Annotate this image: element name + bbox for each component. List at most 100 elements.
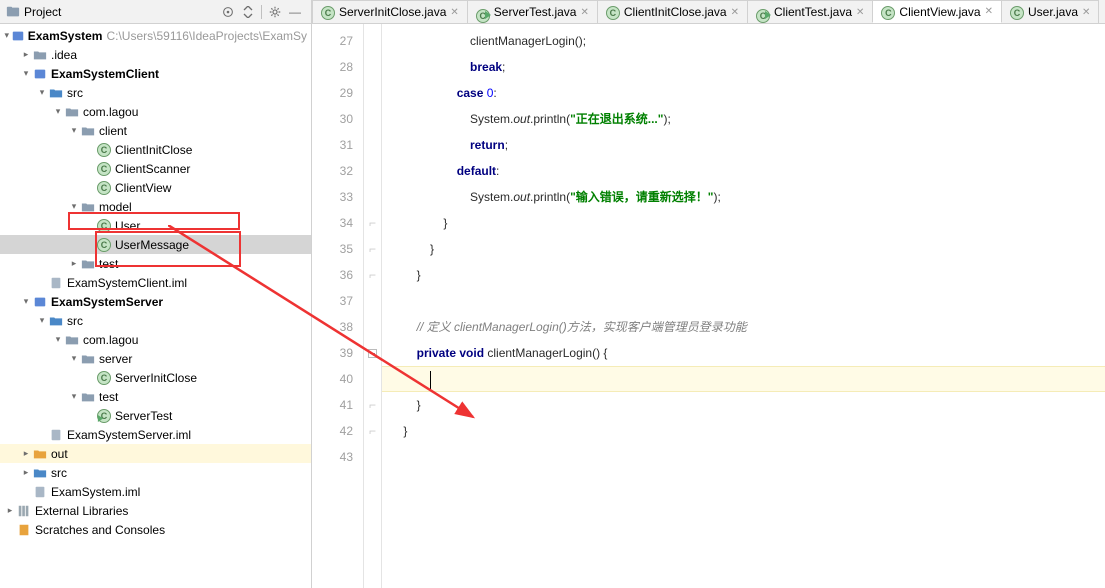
fold-marker[interactable] [364, 28, 381, 54]
fold-marker[interactable] [364, 444, 381, 470]
line-number[interactable]: 41 [312, 392, 363, 418]
tree-root[interactable]: ▾ExamSystemC:\Users\59116\IdeaProjects\E… [0, 26, 311, 45]
fold-end-icon[interactable]: ⌐ [364, 210, 381, 236]
chevron-right-icon[interactable]: ▸ [4, 505, 16, 516]
chevron-down-icon[interactable]: ▾ [36, 315, 48, 326]
editor-tab[interactable]: CUser.java✕ [1001, 0, 1099, 23]
code-line[interactable]: System.out.println("输入错误，请重新选择！"); [382, 184, 1105, 210]
tree-folder-out[interactable]: ▸out [0, 444, 311, 463]
tree-package-server[interactable]: ▾com.lagou [0, 330, 311, 349]
close-icon[interactable]: ✕ [731, 7, 739, 18]
line-number[interactable]: 31 [312, 132, 363, 158]
fold-end-icon[interactable]: ⌐ [364, 262, 381, 288]
code-line[interactable]: } [382, 210, 1105, 236]
line-number[interactable]: 30 [312, 106, 363, 132]
tree-class-ClientView[interactable]: CClientView [0, 178, 311, 197]
code-line[interactable]: return; [382, 132, 1105, 158]
chevron-down-icon[interactable]: ▾ [68, 353, 80, 364]
line-number[interactable]: 34 [312, 210, 363, 236]
fold-marker[interactable] [364, 158, 381, 184]
tree-package-server-pkg[interactable]: ▾server [0, 349, 311, 368]
code-line[interactable]: case 0: [382, 80, 1105, 106]
code-line[interactable]: clientManagerLogin(); [382, 28, 1105, 54]
chevron-down-icon[interactable]: ▾ [68, 125, 80, 136]
code-line[interactable]: private void clientManagerLogin() { [382, 340, 1105, 366]
tree-folder-root-src[interactable]: ▸src [0, 463, 311, 482]
line-number[interactable]: 43 [312, 444, 363, 470]
editor-tab[interactable]: CServerInitClose.java✕ [312, 0, 468, 23]
editor-tab[interactable]: CClientTest.java✕ [747, 0, 873, 23]
fold-marker[interactable] [364, 54, 381, 80]
fold-end-icon[interactable]: ⌐ [364, 236, 381, 262]
tree-folder-idea[interactable]: ▸.idea [0, 45, 311, 64]
editor-tab[interactable]: CServerTest.java✕ [467, 0, 598, 23]
code-line[interactable]: System.out.println("正在退出系统..."); [382, 106, 1105, 132]
tree-package-test[interactable]: ▸test [0, 254, 311, 273]
tree-file-root-iml[interactable]: ExamSystem.iml [0, 482, 311, 501]
close-icon[interactable]: ✕ [985, 6, 993, 17]
project-tree[interactable]: ▾ExamSystemC:\Users\59116\IdeaProjects\E… [0, 24, 311, 588]
tree-folder-src[interactable]: ▾src [0, 83, 311, 102]
line-number[interactable]: 42 [312, 418, 363, 444]
chevron-down-icon[interactable]: ▾ [20, 296, 32, 307]
editor-tab[interactable]: CClientInitClose.java✕ [597, 0, 748, 23]
close-icon[interactable]: ✕ [1082, 7, 1090, 18]
code-line[interactable] [382, 366, 1105, 392]
fold-marker[interactable] [364, 80, 381, 106]
tree-class-ServerInitClose[interactable]: CServerInitClose [0, 368, 311, 387]
line-number[interactable]: 39 [312, 340, 363, 366]
code-area[interactable]: 2728293031323334353637383940414243 ⌐⌐⌐⌐⌐… [312, 24, 1105, 588]
tree-package[interactable]: ▾com.lagou [0, 102, 311, 121]
chevron-down-icon[interactable]: ▾ [68, 201, 80, 212]
fold-minus-icon[interactable] [364, 340, 381, 366]
gear-icon[interactable] [265, 2, 285, 22]
code-line[interactable]: // 定义 clientManagerLogin()方法，实现客户端管理员登录功… [382, 314, 1105, 340]
hide-icon[interactable]: — [285, 2, 305, 22]
close-icon[interactable]: ✕ [450, 7, 458, 18]
tree-package-model[interactable]: ▾model [0, 197, 311, 216]
chevron-down-icon[interactable]: ▾ [20, 68, 32, 79]
fold-gutter[interactable]: ⌐⌐⌐⌐⌐ [364, 24, 382, 588]
line-number[interactable]: 29 [312, 80, 363, 106]
chevron-down-icon[interactable]: ▾ [3, 30, 11, 41]
select-opened-file-icon[interactable] [218, 2, 238, 22]
tree-package-client[interactable]: ▾client [0, 121, 311, 140]
line-number[interactable]: 36 [312, 262, 363, 288]
fold-marker[interactable] [364, 288, 381, 314]
close-icon[interactable]: ✕ [856, 7, 864, 18]
tree-class-UserMessage[interactable]: CUserMessage [0, 235, 311, 254]
chevron-down-icon[interactable]: ▾ [36, 87, 48, 98]
close-icon[interactable]: ✕ [580, 7, 588, 18]
line-number[interactable]: 37 [312, 288, 363, 314]
line-number[interactable]: 40 [312, 366, 363, 392]
tree-folder-src-server[interactable]: ▾src [0, 311, 311, 330]
tree-file-server-iml[interactable]: ExamSystemServer.iml [0, 425, 311, 444]
line-number-gutter[interactable]: 2728293031323334353637383940414243 [312, 24, 364, 588]
code-line[interactable]: } [382, 236, 1105, 262]
fold-marker[interactable] [364, 132, 381, 158]
code-content[interactable]: clientManagerLogin(); break; case 0: Sys… [382, 24, 1105, 588]
tree-class-ServerTest[interactable]: CServerTest [0, 406, 311, 425]
fold-marker[interactable] [364, 106, 381, 132]
chevron-right-icon[interactable]: ▸ [20, 448, 32, 459]
line-number[interactable]: 38 [312, 314, 363, 340]
line-number[interactable]: 27 [312, 28, 363, 54]
chevron-right-icon[interactable]: ▸ [68, 258, 80, 269]
chevron-down-icon[interactable]: ▾ [52, 106, 64, 117]
code-line[interactable] [382, 444, 1105, 470]
editor-tab[interactable]: CClientView.java✕ [872, 0, 1002, 23]
code-line[interactable] [382, 288, 1105, 314]
fold-marker[interactable] [364, 314, 381, 340]
code-line[interactable]: } [382, 418, 1105, 444]
fold-end-icon[interactable]: ⌐ [364, 418, 381, 444]
line-number[interactable]: 32 [312, 158, 363, 184]
chevron-right-icon[interactable]: ▸ [20, 467, 32, 478]
fold-marker[interactable] [364, 184, 381, 210]
line-number[interactable]: 28 [312, 54, 363, 80]
chevron-down-icon[interactable]: ▾ [68, 391, 80, 402]
code-line[interactable]: default: [382, 158, 1105, 184]
tree-module-server[interactable]: ▾ExamSystemServer [0, 292, 311, 311]
tree-class-User[interactable]: CUser [0, 216, 311, 235]
chevron-down-icon[interactable]: ▾ [52, 334, 64, 345]
code-line[interactable]: } [382, 392, 1105, 418]
